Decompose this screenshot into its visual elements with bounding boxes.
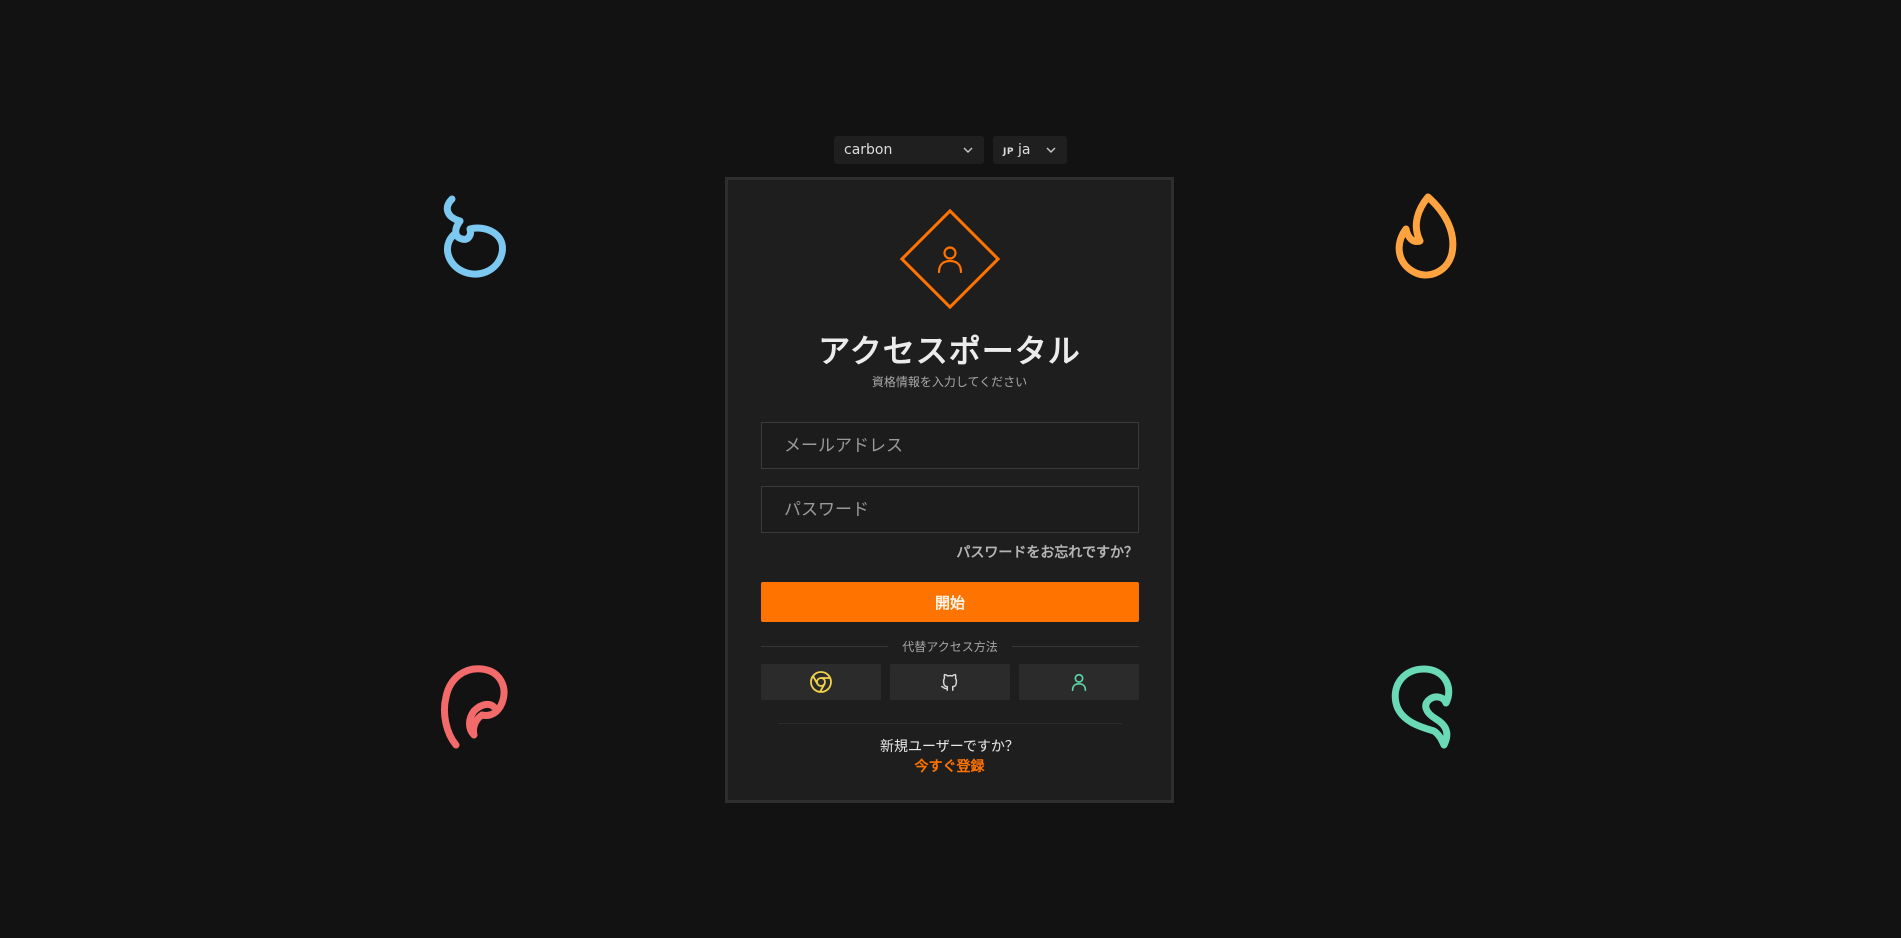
guest-login-button[interactable] — [1019, 664, 1139, 700]
theme-select-value: carbon — [844, 142, 893, 158]
alt-access-label: 代替アクセス方法 — [902, 640, 998, 654]
flag-code: JP — [1003, 147, 1014, 157]
register-link[interactable]: 今すぐ登録 — [728, 756, 1171, 776]
language-code: ja — [1017, 142, 1031, 158]
chevron-down-icon — [1046, 147, 1056, 153]
email-field[interactable] — [761, 422, 1139, 469]
chrome-icon — [810, 671, 832, 693]
page-title: アクセスポータル — [818, 332, 1081, 370]
new-user-text: 新規ユーザーですか？ — [880, 739, 1019, 755]
alt-access-buttons — [761, 664, 1139, 700]
language-select[interactable]: JP ja — [993, 136, 1067, 164]
github-login-button[interactable] — [890, 664, 1010, 700]
chrome-login-button[interactable] — [761, 664, 881, 700]
login-card: アクセスポータル 資格情報を入力してください パスワードをお忘れですか？ 開始 … — [725, 177, 1174, 803]
start-button[interactable]: 開始 — [761, 582, 1139, 622]
theme-select[interactable]: carbon — [834, 136, 984, 164]
login-page: carbon JPja アクセスポータル 資格情報を入力してください パスワード… — [0, 0, 1901, 938]
diamond-user-logo-icon — [899, 208, 1001, 310]
chevron-down-icon — [963, 147, 973, 153]
blue-flame-icon — [443, 195, 506, 278]
green-flame-icon — [1391, 665, 1453, 749]
forgot-password-link[interactable]: パスワードをお忘れですか？ — [956, 542, 1138, 562]
language-select-value: JP ja — [1003, 142, 1030, 158]
user-icon — [1071, 673, 1087, 692]
orange-flame-icon — [1395, 193, 1457, 279]
footer-divider — [778, 723, 1122, 724]
github-icon — [941, 673, 958, 691]
page-subtitle: 資格情報を入力してください — [871, 375, 1028, 389]
divider-line — [761, 646, 889, 647]
divider-line — [1011, 646, 1139, 647]
alt-access-divider: 代替アクセス方法 — [761, 638, 1139, 655]
top-selectors: carbon JP ja — [834, 136, 1067, 164]
red-flame-icon — [440, 665, 508, 749]
password-field[interactable] — [761, 486, 1139, 533]
